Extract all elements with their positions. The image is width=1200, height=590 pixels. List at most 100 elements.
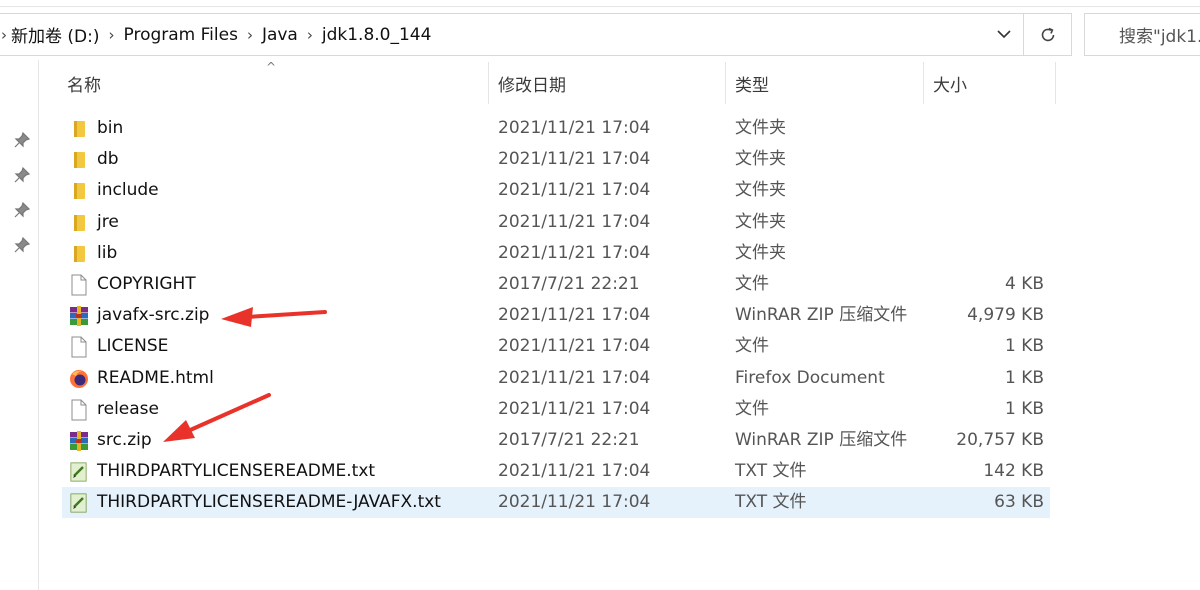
file-type: 文件夹 <box>735 118 786 138</box>
file-row[interactable]: include 2021/11/21 17:04 文件夹 <box>62 175 1050 206</box>
column-header-date[interactable]: 修改日期 <box>498 62 566 104</box>
file-size: 4 KB <box>1004 274 1044 294</box>
column-header-type[interactable]: 类型 <box>735 62 769 104</box>
breadcrumb-item-program-files[interactable]: Program Files <box>124 25 238 45</box>
file-modified-date: 2021/11/21 17:04 <box>498 368 651 388</box>
file-size: 63 KB <box>994 492 1044 512</box>
file-name: db <box>97 149 119 169</box>
file-size: 4,979 KB <box>967 305 1044 325</box>
search-input[interactable]: 搜索"jdk1.8.0_144" <box>1119 22 1200 47</box>
winrar-icon <box>68 305 90 327</box>
file-name: README.html <box>97 368 214 388</box>
folder-icon <box>68 118 90 140</box>
chevron-right-icon[interactable]: › <box>109 26 115 44</box>
pin-icon[interactable] <box>14 167 30 183</box>
column-divider[interactable] <box>488 62 489 104</box>
file-row[interactable]: README.html 2021/11/21 17:04 Firefox Docum… <box>62 363 1050 394</box>
file-icon <box>68 274 90 296</box>
address-history-dropdown[interactable] <box>987 14 1021 55</box>
file-row[interactable]: THIRDPARTYLICENSEREADME-JAVAFX.txt 2021/1… <box>62 487 1050 518</box>
file-row[interactable]: src.zip 2017/7/21 22:21 WinRAR ZIP 压缩文件 20,… <box>62 425 1050 456</box>
file-type: 文件夹 <box>735 243 786 263</box>
file-name: lib <box>97 243 118 263</box>
folder-icon <box>68 212 90 234</box>
file-modified-date: 2017/7/21 22:21 <box>498 430 640 450</box>
file-modified-date: 2021/11/21 17:04 <box>498 212 651 232</box>
breadcrumb-item-drive[interactable]: 新加卷 (D:) <box>11 22 100 47</box>
file-row[interactable]: javafx-src.zip 2021/11/21 17:04 WinRAR ZIP… <box>62 300 1050 331</box>
file-modified-date: 2021/11/21 17:04 <box>498 243 651 263</box>
pin-icon[interactable] <box>14 202 30 218</box>
column-header-size[interactable]: 大小 <box>933 62 967 104</box>
txt-icon <box>68 461 90 483</box>
file-size: 142 KB <box>983 461 1044 481</box>
file-name: COPYRIGHT <box>97 274 196 294</box>
file-row[interactable]: release 2021/11/21 17:04 文件 1 KB <box>62 394 1050 425</box>
breadcrumb-item-jdk[interactable]: jdk1.8.0_144 <box>322 25 432 45</box>
file-row[interactable]: LICENSE 2021/11/21 17:04 文件 1 KB <box>62 331 1050 362</box>
file-type: TXT 文件 <box>735 461 807 481</box>
file-type: Firefox Document <box>735 368 885 388</box>
file-explorer-window: › 新加卷 (D:) › Program Files › Java › jdk1… <box>0 0 1200 590</box>
breadcrumb-item-java[interactable]: Java <box>262 25 298 45</box>
file-modified-date: 2017/7/21 22:21 <box>498 274 640 294</box>
file-size: 1 KB <box>1004 399 1044 419</box>
file-name: THIRDPARTYLICENSEREADME-JAVAFX.txt <box>97 492 441 512</box>
chevron-down-icon <box>997 30 1011 39</box>
file-row[interactable]: db 2021/11/21 17:04 文件夹 <box>62 144 1050 175</box>
file-icon <box>68 336 90 358</box>
file-name: src.zip <box>97 430 152 450</box>
chevron-right-icon[interactable]: › <box>247 26 253 44</box>
file-modified-date: 2021/11/21 17:04 <box>498 336 651 356</box>
column-header-name[interactable]: 名称 <box>67 62 101 104</box>
file-name: bin <box>97 118 124 138</box>
pin-icon[interactable] <box>14 237 30 253</box>
file-type: 文件夹 <box>735 149 786 169</box>
refresh-icon <box>1041 27 1054 41</box>
file-type: WinRAR ZIP 压缩文件 <box>735 305 908 325</box>
file-row[interactable]: jre 2021/11/21 17:04 文件夹 <box>62 207 1050 238</box>
navigation-pane <box>0 60 39 590</box>
file-size: 20,757 KB <box>956 430 1044 450</box>
file-type: 文件夹 <box>735 180 786 200</box>
file-modified-date: 2021/11/21 17:04 <box>498 461 651 481</box>
file-size: 1 KB <box>1004 368 1044 388</box>
file-modified-date: 2021/11/21 17:04 <box>498 399 651 419</box>
file-row[interactable]: lib 2021/11/21 17:04 文件夹 <box>62 238 1050 269</box>
search-box[interactable]: 搜索"jdk1.8.0_144" <box>1084 13 1200 56</box>
chevron-right-icon[interactable]: › <box>307 26 313 44</box>
file-row[interactable]: COPYRIGHT 2017/7/21 22:21 文件 4 KB <box>62 269 1050 300</box>
window-top-border <box>0 6 1200 7</box>
file-type: WinRAR ZIP 压缩文件 <box>735 430 908 450</box>
sort-ascending-icon: ^ <box>266 60 277 74</box>
address-bar[interactable]: › 新加卷 (D:) › Program Files › Java › jdk1… <box>0 13 1072 56</box>
file-modified-date: 2021/11/21 17:04 <box>498 149 651 169</box>
file-type: 文件 <box>735 399 769 419</box>
file-modified-date: 2021/11/21 17:04 <box>498 305 651 325</box>
column-divider[interactable] <box>923 62 924 104</box>
winrar-icon <box>68 430 90 452</box>
file-row[interactable]: THIRDPARTYLICENSEREADME.txt 2021/11/21 17… <box>62 456 1050 487</box>
file-name: THIRDPARTYLICENSEREADME.txt <box>97 461 376 481</box>
file-modified-date: 2021/11/21 17:04 <box>498 180 651 200</box>
file-name: include <box>97 180 159 200</box>
column-divider[interactable] <box>725 62 726 104</box>
folder-icon <box>68 180 90 202</box>
txt-icon <box>68 492 90 514</box>
column-divider[interactable] <box>1055 62 1056 104</box>
file-type: 文件夹 <box>735 212 786 232</box>
file-type: TXT 文件 <box>735 492 807 512</box>
file-type: 文件 <box>735 336 769 356</box>
file-row[interactable]: bin 2021/11/21 17:04 文件夹 <box>62 113 1050 144</box>
file-modified-date: 2021/11/21 17:04 <box>498 492 651 512</box>
file-size: 1 KB <box>1004 336 1044 356</box>
breadcrumb: › 新加卷 (D:) › Program Files › Java › jdk1… <box>0 14 431 55</box>
chevron-right-icon[interactable]: › <box>1 26 7 44</box>
pin-icon[interactable] <box>14 132 30 148</box>
folder-icon <box>68 149 90 171</box>
file-icon <box>68 399 90 421</box>
file-name: release <box>97 399 159 419</box>
refresh-button[interactable] <box>1023 14 1071 55</box>
file-name: LICENSE <box>97 336 169 356</box>
file-name: javafx-src.zip <box>97 305 210 325</box>
